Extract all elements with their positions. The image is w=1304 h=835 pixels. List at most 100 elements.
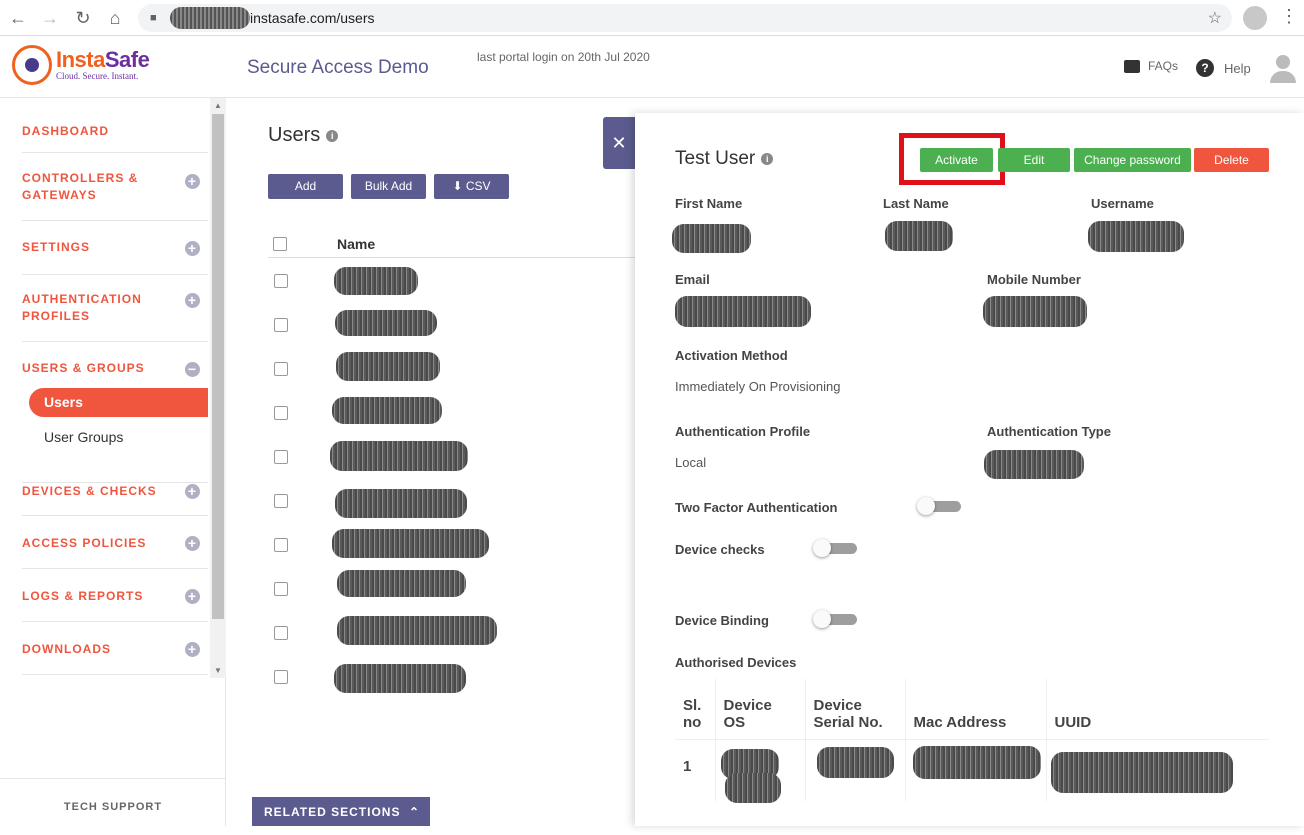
row-checkbox[interactable] bbox=[274, 538, 288, 552]
expand-plus-icon[interactable]: + bbox=[185, 484, 200, 499]
delete-button[interactable]: Delete bbox=[1194, 148, 1269, 172]
bookmark-star-icon[interactable]: ☆ bbox=[1208, 8, 1222, 28]
row-checkbox[interactable] bbox=[274, 406, 288, 420]
nav-dashboard[interactable]: DASHBOARD bbox=[22, 123, 208, 153]
related-sections-label: RELATED SECTIONS bbox=[264, 805, 401, 819]
row-checkbox[interactable] bbox=[274, 626, 288, 640]
row-checkbox[interactable] bbox=[274, 362, 288, 376]
row-checkbox[interactable] bbox=[274, 494, 288, 508]
users-table-header: Name bbox=[268, 234, 658, 258]
change-password-button[interactable]: Change password bbox=[1074, 148, 1191, 172]
col-uuid: UUID bbox=[1046, 679, 1269, 740]
lock-icon: ■ bbox=[150, 12, 157, 24]
redacted-username[interactable] bbox=[337, 570, 466, 597]
expand-plus-icon[interactable]: + bbox=[185, 536, 200, 551]
redacted-mac-address bbox=[913, 746, 1041, 779]
row-checkbox[interactable] bbox=[274, 274, 288, 288]
redacted-username[interactable] bbox=[332, 397, 442, 424]
browser-profile-avatar[interactable] bbox=[1243, 6, 1267, 30]
nav-logs-reports[interactable]: LOGS & REPORTS + bbox=[22, 588, 208, 622]
authentication-profile-label: Authentication Profile bbox=[675, 424, 811, 439]
expand-plus-icon[interactable]: + bbox=[185, 241, 200, 256]
row-checkbox[interactable] bbox=[274, 582, 288, 596]
user-avatar-icon[interactable] bbox=[1270, 55, 1296, 83]
authorised-devices-label: Authorised Devices bbox=[675, 655, 797, 670]
sidebar-item-users[interactable]: Users bbox=[29, 388, 208, 417]
redacted-username[interactable] bbox=[337, 616, 497, 645]
edit-button[interactable]: Edit bbox=[998, 148, 1070, 172]
related-sections-toggle[interactable]: RELATED SECTIONS ⌃ bbox=[252, 797, 430, 826]
device-checks-toggle[interactable] bbox=[813, 539, 857, 557]
col-device-os: Device OS bbox=[715, 679, 806, 740]
nav-authentication-profiles[interactable]: AUTHENTICATION PROFILES + bbox=[22, 291, 208, 342]
logo-tagline: Cloud. Secure. Instant. bbox=[56, 71, 139, 81]
reload-icon[interactable]: ↻ bbox=[67, 2, 99, 34]
home-icon[interactable]: ⌂ bbox=[99, 2, 131, 34]
two-factor-toggle[interactable] bbox=[917, 497, 961, 515]
redacted-username[interactable] bbox=[335, 310, 437, 336]
nav-access-policies-label: ACCESS POLICIES bbox=[22, 536, 147, 550]
redacted-username[interactable] bbox=[334, 267, 418, 295]
row-checkbox[interactable] bbox=[274, 318, 288, 332]
activate-button[interactable]: Activate bbox=[920, 148, 993, 172]
redacted-username[interactable] bbox=[335, 489, 467, 518]
redacted-username[interactable] bbox=[330, 441, 468, 471]
sidebar-item-user-groups[interactable]: User Groups bbox=[44, 429, 123, 445]
nav-downloads[interactable]: DOWNLOADS + bbox=[22, 641, 208, 675]
redacted-first-name bbox=[672, 224, 751, 253]
name-column-header[interactable]: Name bbox=[337, 236, 375, 252]
close-panel-button[interactable]: ✕ bbox=[603, 117, 635, 169]
expand-plus-icon[interactable]: + bbox=[185, 589, 200, 604]
nav-access-policies[interactable]: ACCESS POLICIES + bbox=[22, 535, 208, 569]
expand-plus-icon[interactable]: + bbox=[185, 174, 200, 189]
select-all-checkbox[interactable] bbox=[273, 237, 287, 251]
redacted-username-value bbox=[1088, 221, 1184, 252]
sidebar-scrollbar[interactable]: ▲ ▼ bbox=[210, 98, 226, 678]
device-binding-toggle[interactable] bbox=[813, 610, 857, 628]
back-arrow-icon[interactable]: ← bbox=[2, 2, 34, 34]
panel-title: Test User i bbox=[675, 148, 774, 170]
panel-title-text: Test User bbox=[675, 148, 756, 169]
nav-dashboard-label: DASHBOARD bbox=[22, 124, 109, 138]
close-icon: ✕ bbox=[611, 133, 627, 153]
instasafe-logo[interactable]: InstaSafe Cloud. Secure. Instant. bbox=[12, 45, 150, 85]
nav-devices-checks[interactable]: DEVICES & CHECKS + bbox=[22, 482, 208, 516]
expand-plus-icon[interactable]: + bbox=[185, 642, 200, 657]
row-checkbox[interactable] bbox=[274, 670, 288, 684]
redacted-device-os-2 bbox=[725, 773, 781, 803]
row-checkbox[interactable] bbox=[274, 450, 288, 464]
browser-menu-icon[interactable]: ⋮ bbox=[1280, 6, 1298, 27]
collapse-minus-icon[interactable]: − bbox=[185, 362, 200, 377]
address-bar[interactable]: ■ instasafe.com/users ☆ bbox=[138, 4, 1232, 32]
redacted-email bbox=[675, 296, 811, 327]
redacted-mobile bbox=[983, 296, 1087, 327]
activation-method-value: Immediately On Provisioning bbox=[675, 379, 841, 394]
faqs-link[interactable]: FAQs bbox=[1124, 59, 1178, 73]
redacted-username[interactable] bbox=[332, 529, 489, 558]
scroll-down-icon[interactable]: ▼ bbox=[214, 666, 222, 675]
info-icon[interactable]: i bbox=[761, 152, 774, 165]
help-link[interactable]: ? Help bbox=[1196, 59, 1251, 77]
two-factor-label: Two Factor Authentication bbox=[675, 500, 838, 515]
csv-download-button[interactable]: ⬇ CSV bbox=[434, 174, 509, 199]
forward-arrow-icon[interactable]: → bbox=[34, 2, 66, 34]
nav-controllers-gateways[interactable]: CONTROLLERS & GATEWAYS + bbox=[22, 170, 208, 221]
bulk-add-button[interactable]: Bulk Add bbox=[351, 174, 426, 199]
add-button[interactable]: Add bbox=[268, 174, 343, 199]
chat-icon bbox=[1124, 59, 1140, 73]
device-checks-label: Device checks bbox=[675, 542, 765, 557]
tech-support-link[interactable]: TECH SUPPORT bbox=[0, 778, 226, 826]
redacted-username[interactable] bbox=[334, 664, 466, 693]
scrollbar-thumb[interactable] bbox=[212, 114, 224, 619]
scroll-up-icon[interactable]: ▲ bbox=[214, 101, 222, 110]
browser-toolbar: ← → ↻ ⌂ ■ instasafe.com/users ☆ ⋮ bbox=[0, 0, 1304, 36]
last-name-label: Last Name bbox=[883, 196, 949, 211]
expand-plus-icon[interactable]: + bbox=[185, 293, 200, 308]
col-mac-address: Mac Address bbox=[905, 679, 1047, 740]
info-icon[interactable]: i bbox=[326, 129, 339, 142]
redacted-username[interactable] bbox=[336, 352, 440, 381]
first-name-label: First Name bbox=[675, 196, 743, 211]
redacted-device-serial bbox=[817, 747, 894, 778]
nav-settings[interactable]: SETTINGS + bbox=[22, 239, 208, 275]
nav-logs-reports-label: LOGS & REPORTS bbox=[22, 589, 144, 603]
